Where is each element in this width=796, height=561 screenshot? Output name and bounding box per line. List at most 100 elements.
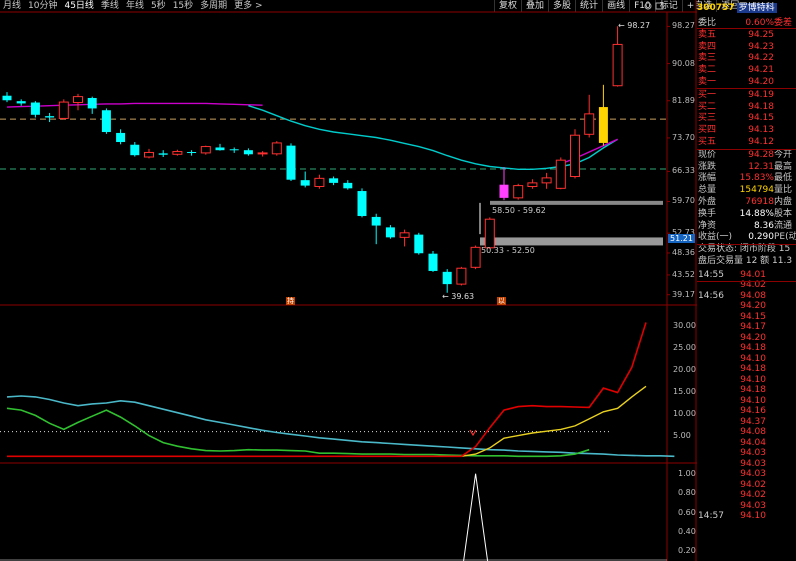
candle-body[interactable] [570,134,580,178]
bid-label: 买四 [698,125,717,136]
candle-body[interactable] [499,184,509,198]
candle-body[interactable] [130,144,140,156]
candle-body[interactable] [329,178,339,183]
panel-separator [697,244,796,245]
candle-body[interactable] [158,153,168,155]
quote-stat-row: 总量 154794 量比 [697,184,796,196]
candle-body[interactable] [300,180,310,186]
candle-body[interactable] [116,132,126,143]
candle-body[interactable] [172,151,183,155]
bid-label: 买二 [698,101,717,112]
candle-body[interactable] [527,182,538,188]
candle-body[interactable] [428,253,438,271]
candle-body[interactable] [58,101,69,119]
indicator2-spike [463,473,489,561]
candle-body[interactable] [513,185,524,199]
stat-value: 154794 [739,185,774,196]
ask-row: 卖四 94.23 [697,41,796,53]
stock-code: 300757 [697,3,735,13]
bid-row: 买三 94.15 [697,112,796,124]
candle-body[interactable] [2,95,12,101]
bid-row: 买五 94.12 [697,136,796,148]
stock-name[interactable]: 罗博特科 [736,3,777,13]
tick-row: 94.20 [697,332,796,343]
candle-body[interactable] [584,113,595,135]
candle-body[interactable] [144,151,154,158]
stat-extra-label: 股本 [774,208,793,219]
candle-body[interactable] [612,43,623,87]
indicator-axis-tick: 15.00 [673,386,696,396]
candle-body[interactable] [229,149,239,151]
indicator-axis-tick: 1.00 [678,468,696,478]
bid-label: 买三 [698,113,717,124]
tick-row: 14:55 94.01 [697,269,796,280]
candle-body[interactable] [87,97,97,109]
candle-body[interactable] [385,227,395,238]
candle-body[interactable] [414,234,424,254]
tick-row: 14:56 94.08 [697,290,796,301]
stat-label: 涨跌 [698,161,717,172]
candle-body[interactable] [200,146,211,154]
candle-body[interactable] [271,142,282,155]
stat-value: 14.88% [739,208,774,219]
quote-stat-row: 净资 8.36 流通 [697,220,796,232]
candle-body[interactable] [399,232,410,238]
stat-value: 15.83% [739,173,774,184]
candle-body[interactable] [484,218,495,249]
candle-body[interactable] [286,145,296,180]
ask-label: 卖五 [698,29,717,40]
tick-row: 94.08 [697,426,796,437]
bid-row: 买一 94.19 [697,89,796,101]
indicator-axis-tick: 0.80 [678,488,696,498]
stat-label: 总量 [698,185,717,196]
price-axis-tick: 66.33 [672,166,695,176]
candle-body[interactable] [30,102,40,115]
candle-body[interactable] [243,150,253,155]
ma-line-magenta [560,138,618,165]
panel-separator [697,28,796,29]
candle-body[interactable] [598,107,608,143]
bid-price: 94.13 [748,125,774,136]
candle-body[interactable] [73,96,83,104]
candle-body[interactable] [371,216,381,226]
ask-row: 卖一 94.20 [697,76,796,88]
stat-extra-label: 最高 [774,161,793,172]
ask-label: 卖二 [698,65,717,76]
tick-row: 94.10 [697,374,796,385]
tick-row: 94.10 [697,353,796,364]
tick-row: 94.04 [697,437,796,448]
indicator-line-red [7,322,647,458]
candle-body[interactable] [314,177,325,188]
candle-body[interactable] [343,182,353,189]
indicator-axis-tick: 20.00 [673,364,696,374]
candle-body[interactable] [257,152,268,155]
candle-body[interactable] [215,147,225,151]
candle-body[interactable] [357,191,367,217]
candle-body[interactable] [45,116,55,118]
candle-body[interactable] [442,271,452,285]
candle-body[interactable] [101,110,111,133]
tick-row: 94.03 [697,458,796,469]
quote-panel: 委比 0.60% 委差 卖五 94.25 卖四 94.23 卖三 94.22 卖二 94.21 卖一 9… [697,13,796,561]
candle-body[interactable] [187,152,197,154]
kline-chart-area[interactable] [0,0,697,561]
tick-row: 94.02 [697,479,796,490]
candle-body[interactable] [470,246,481,268]
stat-label: 外盘 [698,197,717,207]
candle-body[interactable] [456,267,467,285]
tick-price: 94.10 [740,511,766,522]
indicator-axis-tick: 0.60 [678,507,696,517]
quote-stat-row: 涨幅 15.83% 最低 [697,172,796,184]
stat-value: 8.36 [753,220,774,231]
indicator-axis-tick: 10.00 [673,408,696,418]
tick-row: 94.10 [697,395,796,406]
candle-body[interactable] [541,177,552,184]
tick-row: 94.37 [697,416,796,427]
ask-row: 卖五 94.25 [697,29,796,41]
candle-body[interactable] [555,159,566,189]
price-axis-tick: 48.36 [672,247,695,257]
ask-label: 卖三 [698,53,717,64]
candle-body[interactable] [16,101,26,104]
ma-line-magenta [6,102,263,108]
after-hours-text: 盘后交易量 12 额 11.3 [698,256,793,266]
